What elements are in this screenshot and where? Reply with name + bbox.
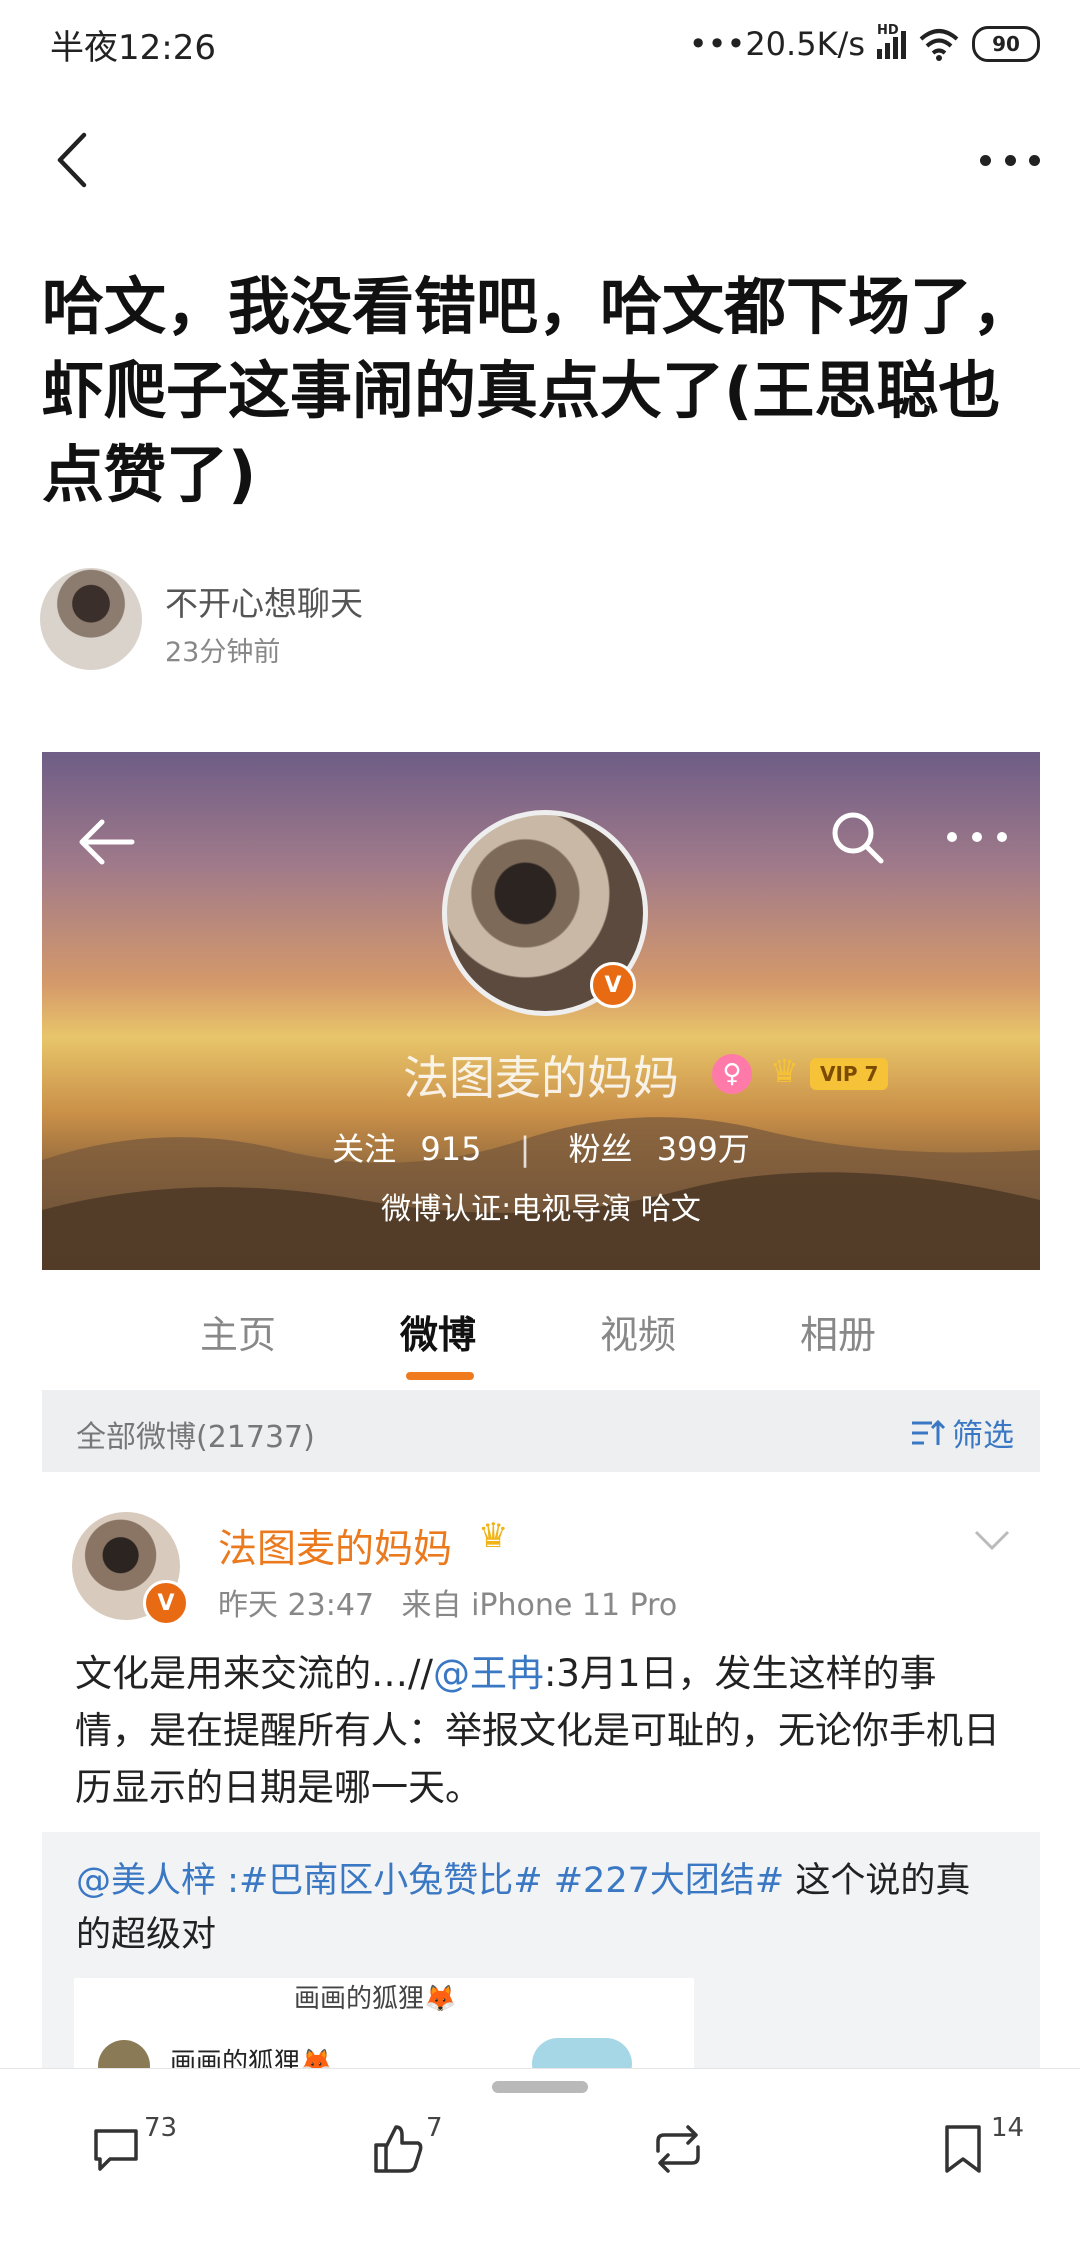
verified-badge-icon: V: [143, 1580, 189, 1626]
following-count: 915: [420, 1130, 482, 1168]
retweet-text: @美人梓 :#巴南区小兔赞比# #227大团结# 这个说的真的超级对: [76, 1854, 996, 1962]
thumbs-up-icon: [374, 2125, 423, 2173]
weibo-author-name[interactable]: 法图麦的妈妈: [218, 1518, 452, 1574]
network-speed: •••20.5K/s: [688, 25, 865, 63]
tab-weibo[interactable]: 微博: [400, 1304, 476, 1359]
home-indicator: [492, 2081, 588, 2093]
wifi-icon: [919, 29, 959, 61]
following-label: 关注: [332, 1130, 397, 1168]
favorite-button[interactable]: 14: [935, 2113, 1024, 2181]
repost-icon: [656, 2125, 700, 2173]
chevron-down-icon[interactable]: [972, 1527, 1012, 1553]
comment-icon: [94, 2129, 138, 2171]
author-name[interactable]: 不开心想聊天: [165, 577, 363, 625]
filter-label: 筛选: [952, 1418, 1014, 1454]
back-chevron-icon[interactable]: [40, 125, 110, 195]
like-count: 7: [426, 2113, 443, 2143]
search-icon: [832, 812, 884, 864]
weibo-time: 昨天 23:47: [218, 1588, 374, 1623]
signal-hd-label: HD: [877, 23, 899, 38]
crown-icon: ♛: [478, 1516, 509, 1556]
comment-button[interactable]: 73: [88, 2113, 177, 2181]
hashtag-link[interactable]: #巴南区小兔赞比#: [239, 1861, 543, 1901]
tab-video[interactable]: 视频: [600, 1304, 676, 1359]
active-tab-indicator: [406, 1372, 474, 1380]
status-indicators: •••20.5K/s HD 90: [689, 20, 1040, 68]
verified-badge-icon: V: [590, 962, 636, 1008]
followers-count: 399万: [656, 1130, 750, 1168]
weibo-source: 来自 iPhone 11 Pro: [401, 1588, 678, 1623]
more-dots-icon[interactable]: [980, 150, 1040, 170]
battery-icon: 90: [972, 26, 1040, 62]
post-title: 哈文，我没看错吧，哈文都下场了，虾爬子这事闹的真点大了(王思聪也点赞了): [42, 270, 1035, 511]
all-weibo-count: 全部微博(21737): [76, 1420, 315, 1455]
favorite-count: 14: [991, 2113, 1025, 2143]
like-button[interactable]: 7: [370, 2113, 443, 2181]
repost-button[interactable]: [650, 2121, 706, 2181]
tab-album[interactable]: 相册: [800, 1304, 876, 1359]
author-avatar[interactable]: [40, 568, 142, 670]
tab-home[interactable]: 主页: [200, 1304, 276, 1359]
status-bar: 半夜12:26 •••20.5K/s HD 90: [0, 0, 1080, 90]
weibo-text: 文化是用来交流的…//@王冉:3月1日，发生这样的事情，是在提醒所有人：举报文化…: [75, 1645, 1005, 1816]
retweet-image-title: 画画的狐狸🦊: [294, 1984, 457, 2014]
verification-text: 微博认证:电视导演 哈文: [381, 1192, 701, 1227]
retweet-colon: :: [216, 1861, 239, 1901]
retweet-image-follow-button: [532, 2038, 632, 2072]
profile-banner-image: V 法图麦的妈妈 ♀ ♛ VIP 7 关注 915 | 粉丝 399万 微博认证…: [42, 752, 1040, 1270]
followers-label: 粉丝: [568, 1130, 633, 1168]
retweet-mention[interactable]: @美人梓: [76, 1861, 216, 1901]
signal-icon: HD: [877, 23, 906, 59]
female-icon: ♀: [712, 1054, 752, 1094]
profile-name: 法图麦的妈妈: [403, 1051, 679, 1105]
crown-icon: ♛: [770, 1052, 799, 1090]
profile-tabs: 主页 微博 视频 相册: [42, 1270, 1040, 1390]
filter-bar: 全部微博(21737) 筛选: [42, 1390, 1040, 1472]
filter-button[interactable]: 筛选: [910, 1410, 1014, 1455]
mountain-silhouette: [42, 1117, 1040, 1270]
bottom-action-bar: 73 7 14: [0, 2068, 1080, 2217]
more-dots-icon: [947, 832, 1007, 846]
filter-icon: [912, 1419, 946, 1445]
weibo-text-before: 文化是用来交流的…//: [75, 1652, 433, 1695]
post-time: 23分钟前: [165, 637, 281, 668]
comment-count: 73: [144, 2113, 178, 2143]
retweet-image[interactable]: 画画的狐狸🦊 画画的狐狸🦊: [74, 1978, 694, 2072]
bookmark-icon: [945, 2125, 981, 2173]
arrow-left-icon: [79, 819, 135, 865]
hashtag-link[interactable]: #227大团结#: [554, 1861, 784, 1901]
retweet-box[interactable]: @美人梓 :#巴南区小兔赞比# #227大团结# 这个说的真的超级对 画画的狐狸…: [42, 1832, 1040, 2072]
profile-stats: 关注 915 | 粉丝 399万: [42, 1124, 1040, 1170]
mention-link[interactable]: @王冉: [433, 1652, 544, 1695]
vip-badge: VIP 7: [810, 1058, 889, 1090]
status-time: 半夜12:26: [50, 28, 216, 68]
weibo-meta: 昨天 23:47 来自 iPhone 11 Pro: [218, 1580, 677, 1624]
stats-separator: |: [519, 1130, 531, 1168]
